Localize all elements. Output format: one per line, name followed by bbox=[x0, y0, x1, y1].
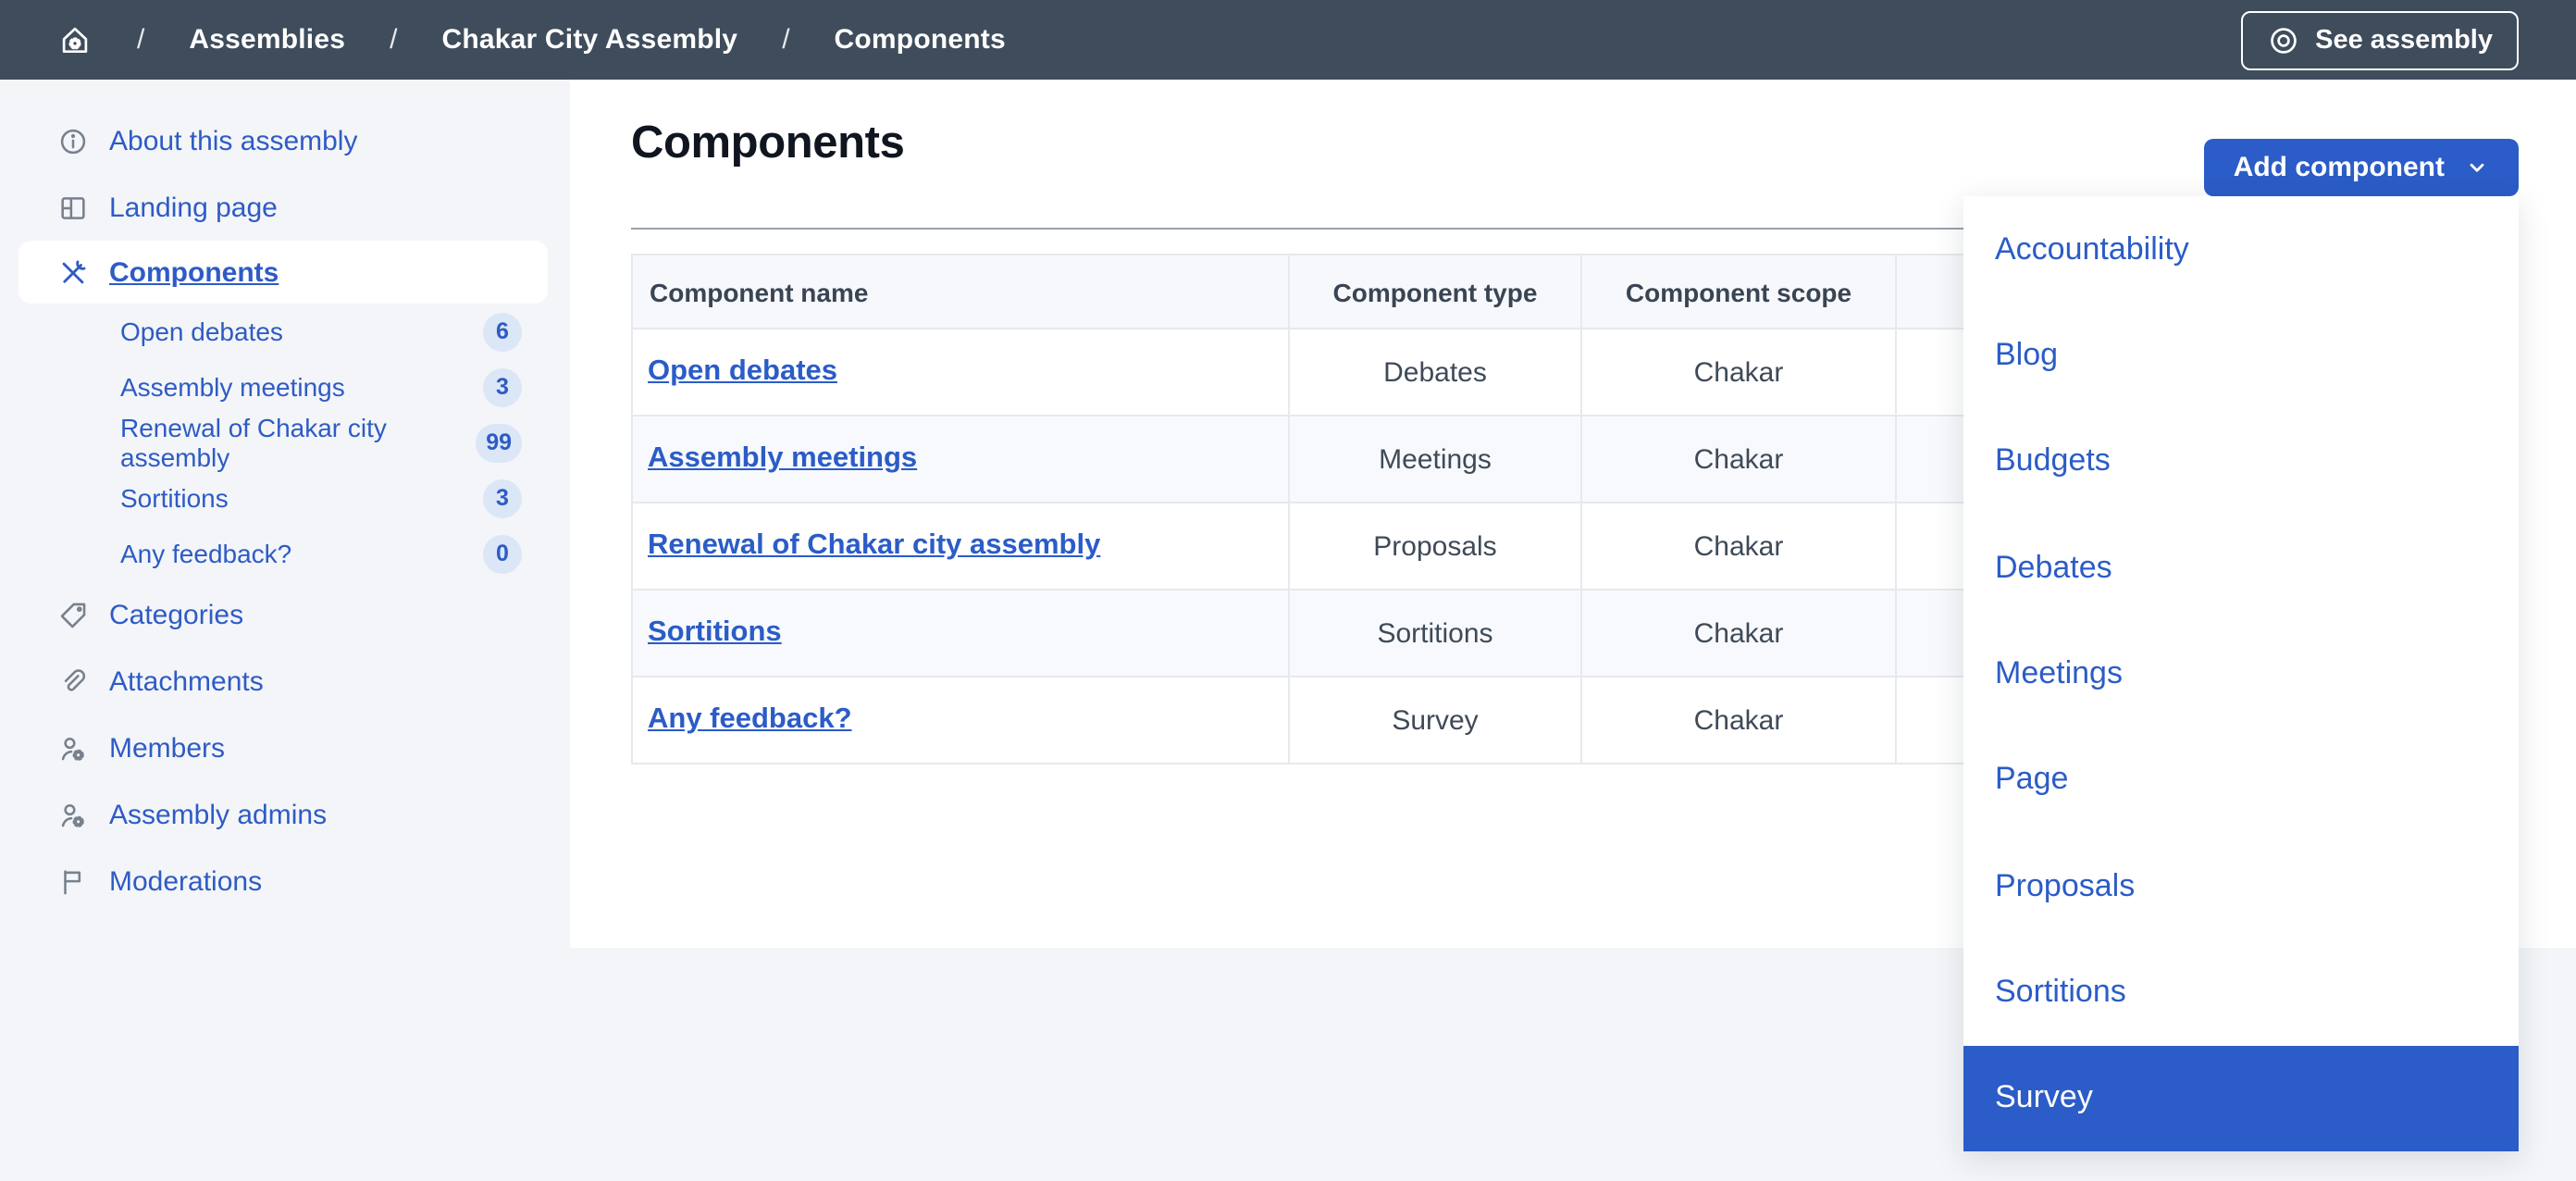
dropdown-item-proposals[interactable]: Proposals bbox=[1963, 833, 2519, 939]
layout-grid-icon bbox=[57, 192, 89, 223]
sidebar-item-categories[interactable]: Categories bbox=[0, 581, 570, 648]
subitem-label: Any feedback? bbox=[120, 539, 292, 568]
component-link-renewal-of-chakar-city-assembly[interactable]: Renewal of Chakar city assembly bbox=[648, 529, 1100, 561]
component-type-cell: Survey bbox=[1288, 676, 1582, 765]
dropdown-item-blog[interactable]: Blog bbox=[1963, 303, 2519, 409]
sidebar-item-moderations[interactable]: Moderations bbox=[0, 848, 570, 914]
user-gear-icon bbox=[57, 732, 89, 764]
component-scope-cell: Chakar bbox=[1580, 589, 1897, 678]
sidebar-subitem-sortitions[interactable]: Sortitions 3 bbox=[0, 470, 570, 526]
sidebar-item-label: Assembly admins bbox=[109, 799, 328, 830]
count-badge: 0 bbox=[483, 534, 522, 573]
component-link-assembly-meetings[interactable]: Assembly meetings bbox=[648, 442, 917, 474]
see-assembly-label: See assembly bbox=[2315, 25, 2493, 55]
eye-icon bbox=[2267, 23, 2300, 56]
subitem-label: Assembly meetings bbox=[120, 372, 345, 402]
component-scope-cell: Chakar bbox=[1580, 328, 1897, 416]
flag-icon bbox=[57, 865, 89, 897]
dropdown-item-debates[interactable]: Debates bbox=[1963, 515, 2519, 621]
assembly-admin-app: / Assemblies / Chakar City Assembly / Co… bbox=[0, 0, 2576, 1181]
component-scope-cell: Chakar bbox=[1580, 415, 1897, 503]
component-link-sortitions[interactable]: Sortitions bbox=[648, 616, 782, 648]
topbar: / Assemblies / Chakar City Assembly / Co… bbox=[0, 0, 2576, 80]
component-scope-cell: Chakar bbox=[1580, 502, 1897, 590]
dropdown-item-survey[interactable]: Survey bbox=[1963, 1045, 2519, 1151]
component-link-any-feedback[interactable]: Any feedback? bbox=[648, 703, 852, 735]
sidebar-item-label: Members bbox=[109, 732, 226, 764]
sidebar-subitem-renewal-of-chakar-city-assembly[interactable]: Renewal of Chakar city assembly 99 bbox=[0, 413, 570, 472]
home-icon[interactable] bbox=[57, 22, 93, 57]
dropdown-item-sortitions[interactable]: Sortitions bbox=[1963, 939, 2519, 1046]
sidebar-item-label: Attachments bbox=[109, 665, 264, 697]
sidebar-item-label: Components bbox=[109, 256, 279, 288]
sidebar-item-label: Landing page bbox=[109, 192, 278, 223]
sidebar-item-assembly-admins[interactable]: Assembly admins bbox=[0, 781, 570, 848]
column-header-component-scope: Component scope bbox=[1580, 254, 1897, 329]
add-component-label: Add component bbox=[2233, 152, 2445, 183]
dropdown-item-page[interactable]: Page bbox=[1963, 727, 2519, 833]
paperclip-icon bbox=[57, 665, 89, 697]
column-header-component-type: Component type bbox=[1288, 254, 1582, 329]
see-assembly-button[interactable]: See assembly bbox=[2241, 10, 2519, 69]
info-icon bbox=[57, 125, 89, 156]
sidebar-subitem-open-debates[interactable]: Open debates 6 bbox=[0, 304, 570, 359]
dropdown-item-budgets[interactable]: Budgets bbox=[1963, 408, 2519, 515]
component-link-open-debates[interactable]: Open debates bbox=[648, 355, 837, 387]
tag-icon bbox=[57, 599, 89, 630]
sidebar-subitem-any-feedback[interactable]: Any feedback? 0 bbox=[0, 526, 570, 581]
subitem-label: Sortitions bbox=[120, 483, 229, 513]
dropdown-item-accountability[interactable]: Accountability bbox=[1963, 196, 2519, 303]
breadcrumb-separator: / bbox=[782, 24, 790, 56]
add-component-button[interactable]: Add component bbox=[2203, 139, 2519, 196]
subitem-label: Renewal of Chakar city assembly bbox=[120, 413, 387, 472]
breadcrumb-components[interactable]: Components bbox=[835, 24, 1006, 56]
add-component-dropdown: Accountability Blog Budgets Debates Meet… bbox=[1963, 196, 2519, 1151]
column-header-component-name: Component name bbox=[631, 254, 1290, 329]
count-badge: 3 bbox=[483, 367, 522, 406]
user-gear-icon bbox=[57, 799, 89, 830]
sidebar-item-about-assembly[interactable]: About this assembly bbox=[0, 107, 570, 174]
sidebar-subitem-assembly-meetings[interactable]: Assembly meetings 3 bbox=[0, 359, 570, 415]
breadcrumb-chakar-city-assembly[interactable]: Chakar City Assembly bbox=[441, 24, 737, 56]
sidebar-item-label: About this assembly bbox=[109, 125, 358, 156]
breadcrumb-separator: / bbox=[137, 24, 145, 56]
tools-icon bbox=[57, 256, 89, 288]
sidebar: About this assembly Landing page Compone… bbox=[0, 80, 570, 1181]
sidebar-item-attachments[interactable]: Attachments bbox=[0, 648, 570, 715]
count-badge: 99 bbox=[476, 423, 522, 462]
page-title: Components bbox=[631, 118, 905, 168]
sidebar-item-landing-page[interactable]: Landing page bbox=[0, 174, 570, 241]
breadcrumb-assemblies[interactable]: Assemblies bbox=[189, 24, 345, 56]
subitem-label: Open debates bbox=[120, 317, 283, 346]
dropdown-item-meetings[interactable]: Meetings bbox=[1963, 621, 2519, 727]
sidebar-item-components[interactable]: Components bbox=[19, 241, 548, 304]
component-type-cell: Sortitions bbox=[1288, 589, 1582, 678]
component-type-cell: Debates bbox=[1288, 328, 1582, 416]
sidebar-item-label: Moderations bbox=[109, 865, 263, 897]
count-badge: 3 bbox=[483, 479, 522, 517]
component-type-cell: Proposals bbox=[1288, 502, 1582, 590]
chevron-down-icon bbox=[2465, 155, 2489, 180]
component-scope-cell: Chakar bbox=[1580, 676, 1897, 765]
sidebar-item-label: Categories bbox=[109, 599, 244, 630]
component-type-cell: Meetings bbox=[1288, 415, 1582, 503]
breadcrumb-separator: / bbox=[390, 24, 398, 56]
sidebar-item-members[interactable]: Members bbox=[0, 715, 570, 781]
count-badge: 6 bbox=[483, 312, 522, 351]
